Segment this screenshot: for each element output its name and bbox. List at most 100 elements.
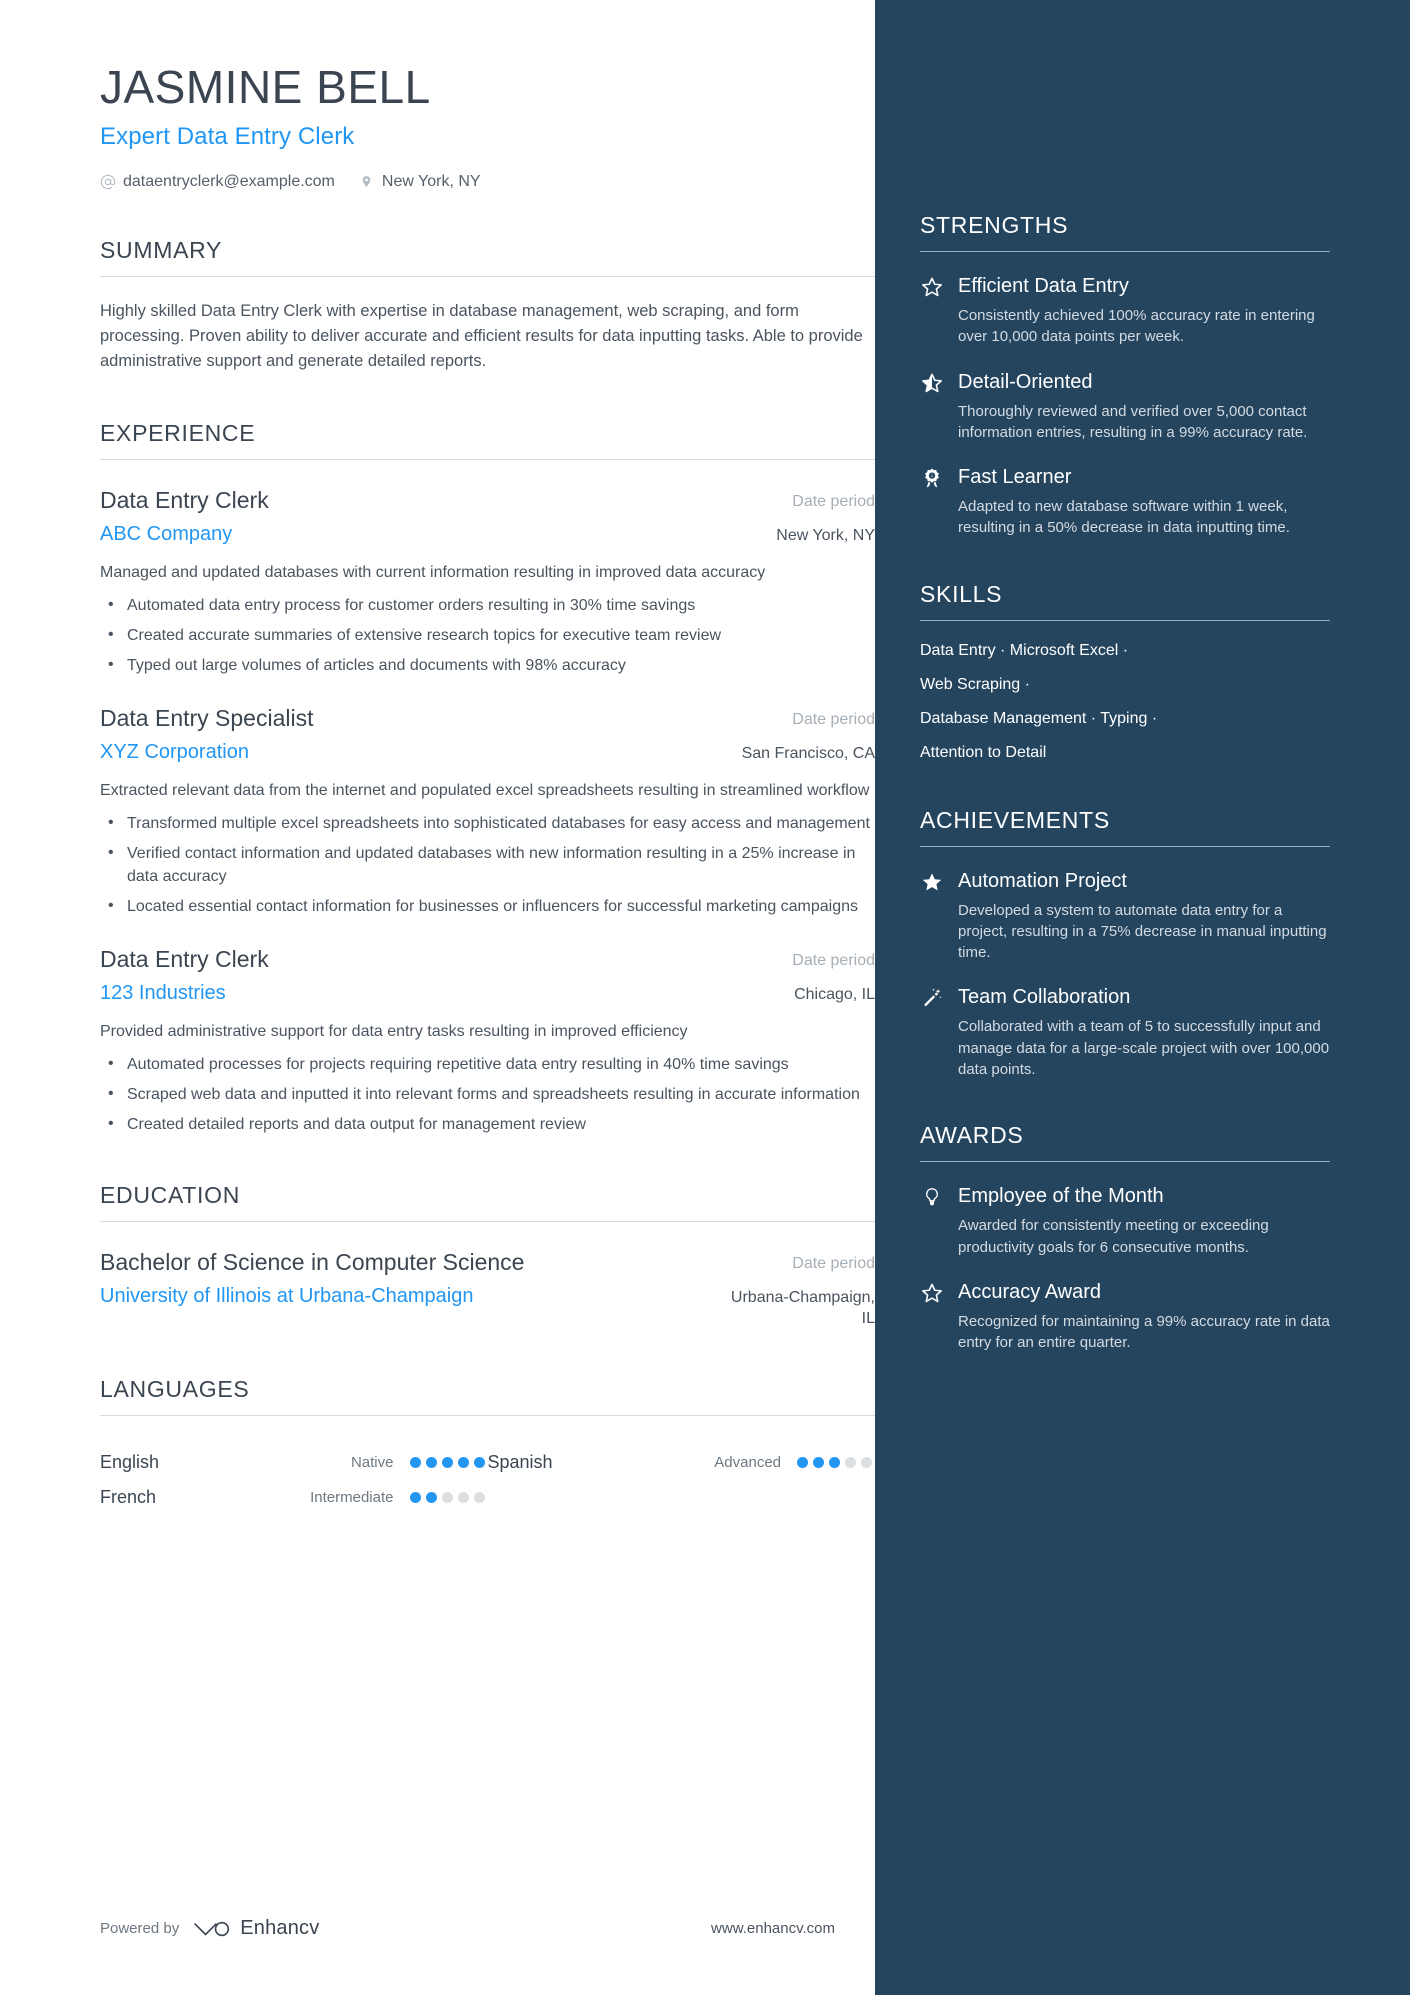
language-rating-dots [409,1457,488,1469]
skill-line: Database Management · Typing · [920,710,1158,728]
achievements-section: ACHIEVEMENTS Automation Project Develope… [920,807,1330,1081]
job-bullets: Transformed multiple excel spreadsheets … [100,811,875,919]
award-title: Employee of the Month [958,1185,1164,1208]
language-name: English [100,1452,160,1473]
at-sign-icon [100,173,116,190]
achievement-title: Automation Project [958,869,1127,892]
job-bullet: Scraped web data and inputted it into re… [100,1082,875,1106]
header-block: JASMINE BELL Expert Data Entry Clerk dat… [100,62,875,191]
job-bullet: Transformed multiple excel spreadsheets … [100,811,875,835]
summary-title: SUMMARY [100,236,223,263]
awards-title: AWARDS [920,1122,1024,1149]
strength-item: 1 Fast Learner Adapted to new database s… [920,465,1330,539]
job-company[interactable]: ABC Company [100,522,758,547]
award-desc: Recognized for maintaining a 99% accurac… [958,1312,1330,1352]
job-description: Extracted relevant data from the interne… [100,781,870,799]
contact-location: New York, NY [359,173,481,191]
awards-section: AWARDS Employee of the Month Awarded for… [920,1122,1330,1353]
job-company[interactable]: XYZ Corporation [100,740,724,765]
education-entry: Bachelor of Science in Computer Science … [100,1248,875,1330]
strength-desc: Adapted to new database software within … [958,498,1290,537]
strength-title: Efficient Data Entry [958,275,1129,297]
language-name: French [100,1487,157,1508]
contact-location-text: New York, NY [381,172,481,190]
skills-list: Data Entry · Microsoft Excel · Web Scrap… [920,639,1330,765]
language-item: French Intermediate [100,1487,488,1508]
job-bullets: Automated processes for projects requiri… [100,1052,875,1137]
skills-divider [920,619,1330,621]
summary-section: SUMMARY Highly skilled Data Entry Clerk … [100,237,875,374]
award-medal-icon: 1 [920,465,944,489]
strength-item: Detail-Oriented Thoroughly reviewed and … [920,370,1330,444]
skill-line: Web Scraping · [920,675,1030,693]
language-item: English Native [100,1452,488,1473]
language-level: Intermediate [310,1489,394,1507]
footer: Powered by Enhancv www.enhancv.com [100,1917,835,1940]
award-title: Accuracy Award [958,1280,1102,1303]
job-date: Date period [792,710,875,728]
award-item: Employee of the Month Awarded for consis… [920,1184,1330,1258]
job-location: Chicago, IL [794,985,875,1003]
job-bullet: Located essential contact information fo… [100,894,875,918]
experience-entry: Data Entry Clerk Date period ABC Company… [100,486,875,678]
enhancv-logo: Enhancv [191,1917,319,1940]
languages-title: LANGUAGES [100,1376,250,1403]
achievement-desc: Developed a system to automate data entr… [958,901,1327,962]
achievement-item: Automation Project Developed a system to… [920,869,1330,964]
language-item: Spanish Advanced [488,1452,876,1473]
language-rating-dots [409,1492,488,1504]
experience-title: EXPERIENCE [100,419,256,446]
skills-title: SKILLS [920,580,1003,607]
contact-email-text: dataentryclerk@example.com [123,172,335,190]
job-bullets: Automated data entry process for custome… [100,593,875,678]
education-degree: Bachelor of Science in Computer Science [100,1249,525,1276]
job-role: Data Entry Clerk [100,486,269,513]
job-bullet: Automated data entry process for custome… [100,593,875,617]
website-url[interactable]: www.enhancv.com [711,1920,835,1937]
job-bullet: Typed out large volumes of articles and … [100,653,875,677]
job-bullet: Created detailed reports and data output… [100,1112,875,1136]
summary-divider [100,275,875,277]
experience-entry: Data Entry Specialist Date period XYZ Co… [100,704,875,919]
awards-divider [920,1161,1330,1163]
powered-by-block: Powered by Enhancv [100,1917,319,1940]
contact-email[interactable]: dataentryclerk@example.com [100,173,335,191]
languages-divider [100,1415,875,1417]
strengths-title: STRENGTHS [920,212,1069,238]
enhancv-brand-name: Enhancv [240,1917,320,1939]
education-location: Urbana-Champaign, IL [730,1289,875,1328]
star-filled-icon [920,869,944,893]
experience-entry: Data Entry Clerk Date period 123 Industr… [100,945,875,1137]
strength-desc: Consistently achieved 100% accuracy rate… [958,307,1315,346]
candidate-headline: Expert Data Entry Clerk [100,122,355,150]
job-bullet: Verified contact information and updated… [100,841,875,888]
sidebar: STRENGTHS Efficient Data Entry Consisten… [875,0,1410,1995]
strength-desc: Thoroughly reviewed and verified over 5,… [958,402,1308,441]
award-desc: Awarded for consistently meeting or exce… [958,1217,1269,1256]
strength-title: Detail-Oriented [958,370,1093,393]
language-level: Advanced [714,1454,781,1472]
achievements-title: ACHIEVEMENTS [920,806,1110,833]
job-bullet: Created accurate summaries of extensive … [100,623,875,647]
strength-item: Efficient Data Entry Consistently achiev… [920,274,1330,348]
skill-line: Data Entry · Microsoft Excel · [920,641,1129,659]
job-description: Managed and updated databases with curre… [100,563,766,581]
achievement-item: Team Collaboration Collaborated with a t… [920,985,1330,1080]
enhancv-mark-icon [194,1921,230,1936]
experience-divider [100,458,875,460]
languages-section: LANGUAGES English Native Spanish Advance… [100,1376,875,1508]
job-location: San Francisco, CA [741,744,875,762]
star-outline-icon [920,1280,944,1304]
education-divider [100,1221,875,1223]
achievement-desc: Collaborated with a team of 5 to success… [958,1018,1330,1079]
education-school[interactable]: University of Illinois at Urbana-Champai… [100,1284,707,1309]
summary-text: Highly skilled Data Entry Clerk with exp… [100,301,863,370]
magic-wand-icon [920,985,944,1009]
job-company[interactable]: 123 Industries [100,981,776,1006]
achievement-title: Team Collaboration [958,986,1131,1009]
job-description: Provided administrative support for data… [100,1022,688,1040]
language-rating-dots [797,1457,875,1469]
job-date: Date period [792,951,875,969]
education-section: EDUCATION Bachelor of Science in Compute… [100,1182,875,1330]
strengths-divider [920,251,1330,252]
